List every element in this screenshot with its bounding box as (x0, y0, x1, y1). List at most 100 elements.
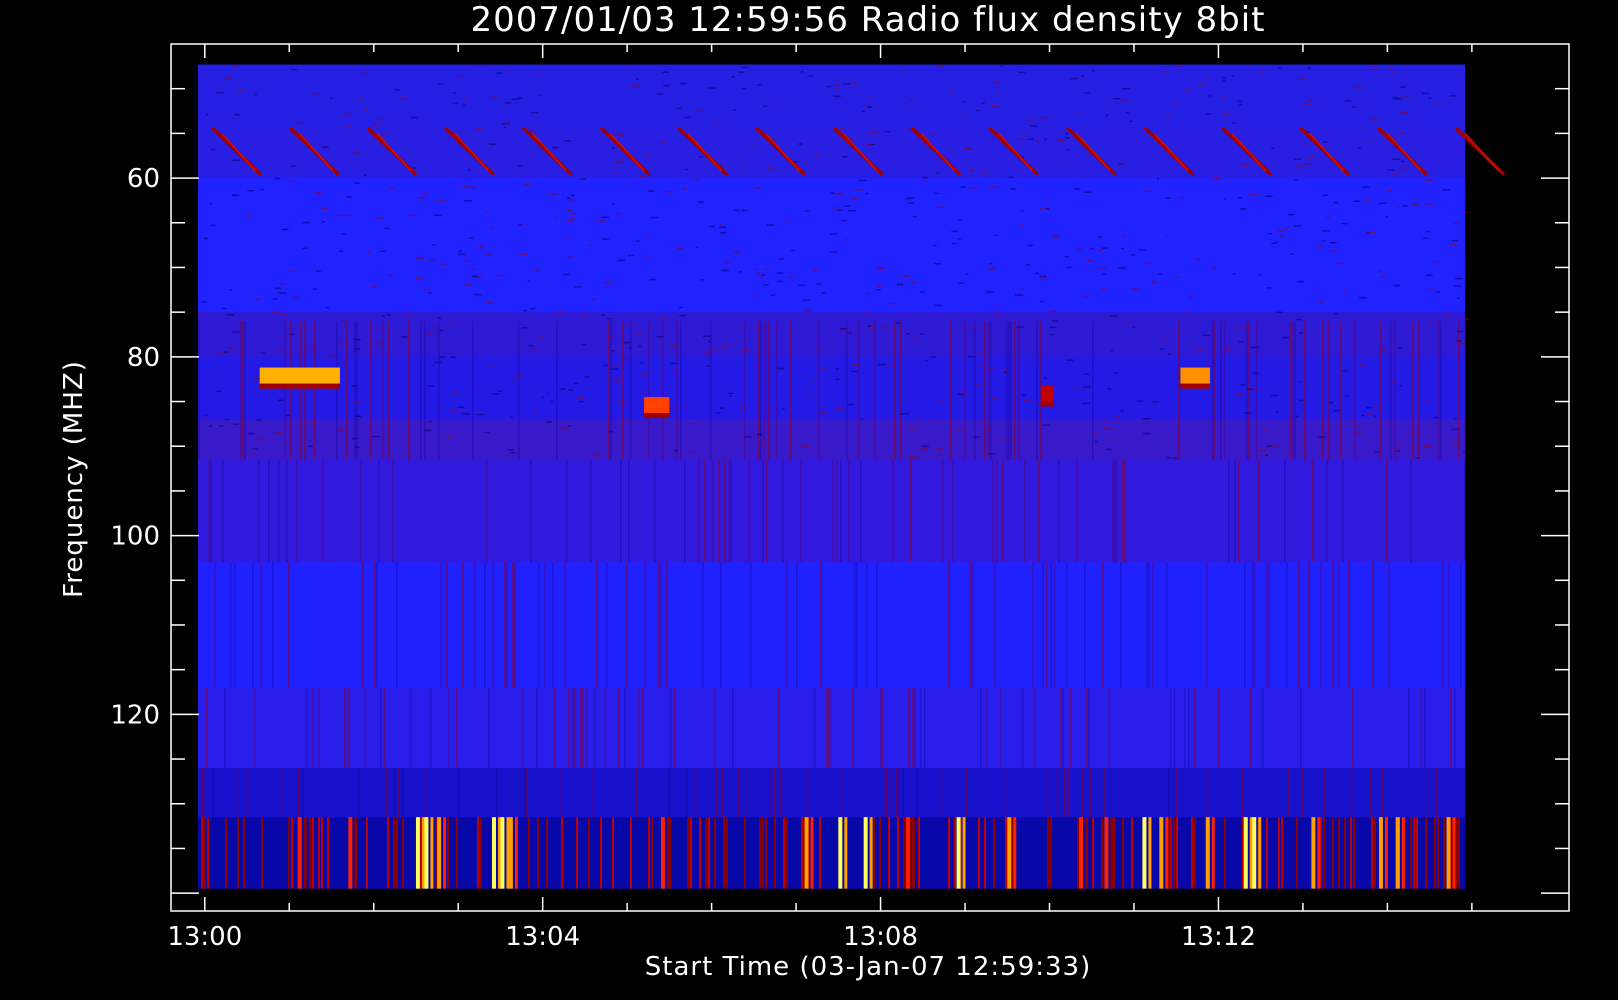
speckle (1434, 416, 1439, 419)
streak (660, 562, 662, 688)
streak (658, 562, 660, 688)
streak (886, 767, 888, 818)
speckle (429, 420, 433, 423)
streak (1014, 321, 1016, 460)
speckle (1352, 106, 1356, 108)
speckle (1412, 203, 1419, 206)
speckle (840, 327, 847, 330)
speckle (1391, 71, 1395, 74)
speckle (485, 254, 492, 256)
streak (1034, 687, 1036, 768)
hot-bin (1258, 817, 1262, 889)
streak (1454, 687, 1456, 768)
streak (1386, 459, 1388, 563)
streak (536, 687, 538, 768)
streak (1032, 562, 1034, 688)
speckle (1066, 266, 1072, 269)
speckle (462, 104, 466, 107)
speckle (254, 93, 257, 96)
speckle (1045, 208, 1050, 210)
speckle (1107, 99, 1111, 101)
speckle (1317, 245, 1324, 247)
speckle (1010, 437, 1014, 440)
streak (744, 321, 746, 460)
streak (388, 321, 390, 460)
speckle (507, 449, 514, 451)
speckle (1049, 326, 1057, 329)
speckle (579, 400, 584, 403)
speckle (1397, 206, 1400, 208)
speckle (516, 374, 523, 376)
streak (522, 687, 524, 768)
speckle (1307, 67, 1311, 69)
streak (842, 767, 844, 818)
speckle (804, 210, 809, 212)
streak (890, 767, 892, 818)
streak (1042, 562, 1044, 688)
speckle (753, 296, 756, 298)
streak (1294, 321, 1296, 460)
streak (1088, 687, 1090, 768)
streak (1458, 321, 1460, 460)
speckle (864, 104, 869, 107)
speckle (1243, 412, 1251, 414)
streak (882, 687, 884, 768)
speckle (1377, 270, 1383, 273)
hot-bin-dim (1458, 817, 1461, 889)
speckle (715, 124, 721, 127)
speckle (278, 292, 286, 294)
speckle (1222, 113, 1230, 116)
streak (458, 767, 460, 818)
speckle (563, 273, 570, 276)
speckle (1335, 262, 1343, 265)
streak (748, 459, 750, 563)
hot-bin-dim (1410, 817, 1413, 889)
hot-bin (905, 817, 910, 889)
speckle (740, 66, 749, 69)
streak (1148, 562, 1150, 688)
streak (1082, 767, 1084, 818)
speckle (301, 221, 310, 224)
streak (1460, 562, 1462, 688)
speckle (1449, 243, 1457, 246)
hot-bin-dim (1224, 817, 1227, 889)
streak (670, 687, 672, 768)
speckle (733, 251, 741, 253)
speckle (1386, 216, 1389, 218)
speckle (951, 242, 957, 245)
speckle (1066, 149, 1070, 151)
speckle (281, 228, 289, 231)
speckle (821, 292, 826, 294)
speckle (291, 68, 297, 71)
streak (1108, 687, 1110, 768)
streak (296, 459, 298, 563)
streak (288, 562, 290, 688)
streak (774, 767, 776, 818)
streak (586, 687, 588, 768)
streak (236, 767, 238, 818)
streak (1086, 687, 1088, 768)
speckle (1172, 457, 1178, 460)
speckle (564, 140, 571, 142)
hot-bin-dim (630, 817, 633, 889)
speckle (1198, 84, 1204, 86)
speckle (639, 392, 642, 394)
speckle (504, 102, 512, 104)
hot-bin (1252, 817, 1257, 889)
speckle (734, 209, 740, 211)
hot-bin-dim (873, 817, 876, 889)
speckle (931, 134, 936, 137)
hot-bin-dim (762, 817, 765, 889)
speckle (1401, 168, 1406, 170)
speckle (836, 209, 844, 211)
streak (322, 459, 324, 563)
speckle (457, 253, 466, 256)
streak (1448, 562, 1450, 688)
hot-bin (1446, 817, 1451, 889)
speckle (1122, 87, 1130, 90)
speckle (877, 363, 886, 366)
speckle (763, 268, 770, 271)
speckle (1398, 443, 1404, 445)
speckle (908, 99, 915, 101)
streak (684, 459, 686, 563)
